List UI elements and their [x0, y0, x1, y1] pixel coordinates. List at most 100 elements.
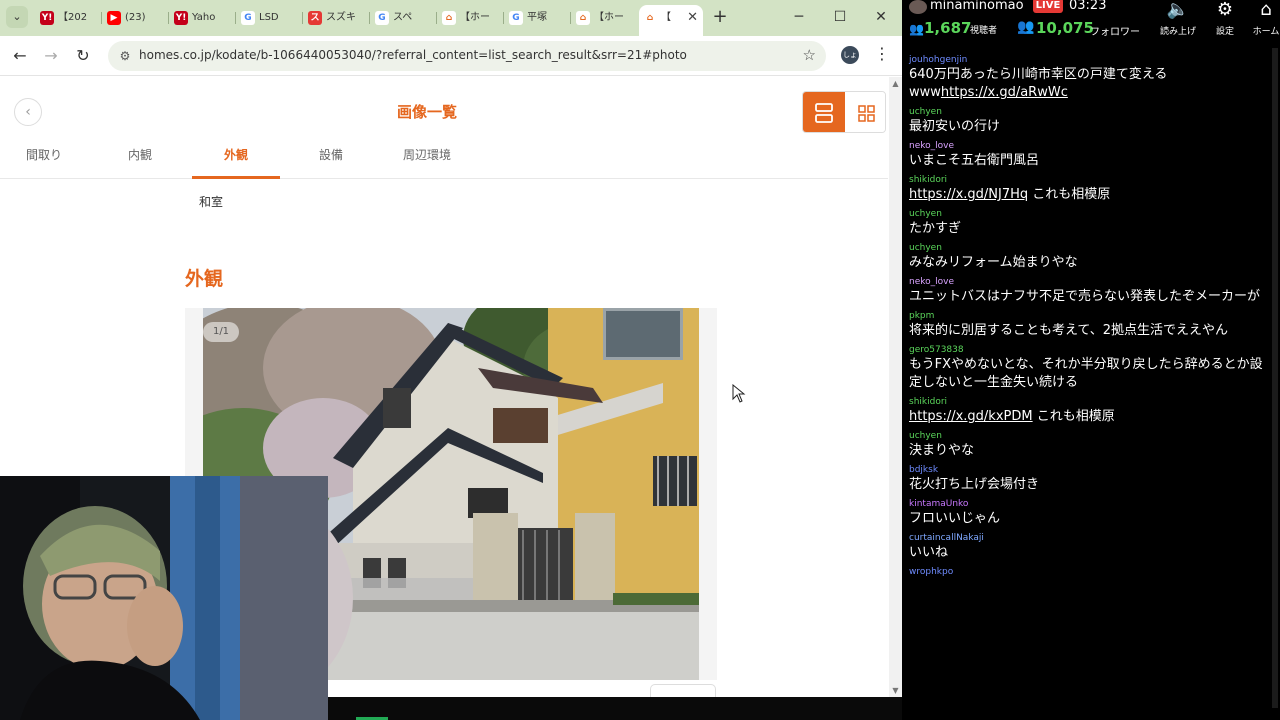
close-window-button[interactable]: ✕ — [866, 6, 896, 28]
chat-message: uchyen 最初安いの行け — [909, 106, 1269, 136]
chat-text: 最初安いの行け — [909, 118, 1269, 136]
speaker-icon: 🔈 — [1166, 0, 1190, 20]
browser-tab[interactable]: G スペ — [371, 5, 435, 31]
scroll-top-tab[interactable] — [650, 684, 716, 697]
browser-tab[interactable]: ⌂ 【 ✕ — [639, 5, 703, 36]
chat-username[interactable]: shikidori — [909, 174, 1269, 186]
chat-username[interactable]: jouhohgenjin — [909, 54, 1269, 66]
chat-username[interactable]: uchyen — [909, 430, 1269, 442]
tab-title: 【 — [661, 12, 671, 23]
tab-title: 【202 — [58, 12, 88, 23]
chat-username[interactable]: wrophkpo — [909, 566, 1269, 578]
tab-separator — [168, 12, 169, 24]
minimize-button[interactable]: ─ — [784, 6, 814, 28]
tab-close-icon[interactable]: ✕ — [687, 5, 698, 31]
browser-tab[interactable]: Y! 【202 — [36, 5, 100, 31]
chat-message: shikidori https://x.gd/kxPDM これも相模原 — [909, 396, 1269, 426]
page-back-button[interactable]: ‹ — [14, 98, 42, 126]
new-tab-button[interactable]: + — [710, 6, 730, 28]
chat-link[interactable]: https://x.gd/aRwWc — [941, 85, 1068, 100]
chat-text-segment: ユニットバスはナフサ不足で売らない発表したぞメーカーが — [909, 289, 1261, 304]
photo-category-tabs: 間取り 内観 外観 設備 周辺環境 — [0, 139, 888, 179]
stream-elapsed-time: 03:23 — [1069, 0, 1107, 13]
tab-separator — [302, 12, 303, 24]
chat-text-segment: たかすぎ — [909, 221, 962, 236]
browser-tab[interactable]: ⌂ 【ホー — [572, 5, 636, 31]
chat-username[interactable]: gero573838 — [909, 344, 1269, 356]
tab-search-icon[interactable]: ⌄ — [6, 6, 28, 28]
photo-caption: 和室 — [199, 195, 224, 209]
scroll-up-arrow-icon[interactable]: ▲ — [891, 79, 900, 88]
browser-tab[interactable]: G 平塚 — [505, 5, 569, 31]
browser-toolbar: ← → ↻ ⚙ homes.co.jp/kodate/b-10664400530… — [0, 36, 902, 76]
grid-view-icon — [858, 105, 875, 122]
browser-menu-icon[interactable]: ⋮ — [874, 44, 890, 63]
chat-text: たかすぎ — [909, 220, 1269, 238]
tab-favicon-icon: ス — [308, 11, 322, 25]
browser-tab[interactable]: Y! Yaho — [170, 5, 234, 31]
viewer-label: 視聴者 — [970, 26, 998, 36]
chat-text: 将来的に別居することも考えて、2拠点生活でええやん — [909, 322, 1269, 340]
webcam-overlay — [0, 476, 328, 720]
chat-text: みなみリフォーム始まりやな — [909, 254, 1269, 272]
chat-message: uchyen たかすぎ — [909, 208, 1269, 238]
profile-avatar[interactable]: しょ — [841, 46, 859, 64]
address-bar[interactable]: ⚙ homes.co.jp/kodate/b-1066440053040/?re… — [108, 41, 826, 71]
tab-facilities[interactable]: 設備 — [301, 146, 361, 179]
chat-username[interactable]: kintamaUnko — [909, 498, 1269, 510]
browser-tab[interactable]: ⌂ 【ホー — [438, 5, 502, 31]
tab-separator — [235, 12, 236, 24]
home-button[interactable]: ⌂ ホーム — [1244, 0, 1280, 40]
chat-message: neko_love ユニットバスはナフサ不足で売らない発表したぞメーカーが — [909, 276, 1269, 306]
browser-tab[interactable]: G LSD — [237, 5, 301, 31]
tab-separator — [436, 12, 437, 24]
browser-tab[interactable]: ▶ (23) — [103, 5, 167, 31]
tab-title: Yaho — [192, 12, 216, 23]
browser-tab[interactable]: ススズキ — [304, 5, 368, 31]
settings-button[interactable]: ⚙ 設定 — [1203, 0, 1247, 40]
tts-button[interactable]: 🔈 読み上げ — [1156, 0, 1200, 40]
chat-message: jouhohgenjin 640万円あったら川崎市幸区の戸建て変えるwwwhttp… — [909, 54, 1269, 102]
back-button[interactable]: ← — [8, 44, 32, 68]
chat-link[interactable]: https://x.gd/NJ7Hq — [909, 187, 1028, 202]
screen: ⌄ Y! 【202 ▶ (23) Y! Yaho G LSD ススズキ G スペ ⌂ 【ホー G 平塚 ⌂ 【ホ… — [0, 0, 1280, 720]
chat-text-segment: もうFXやめないとな、それか半分取り戻したら辞めるとか設定しないと一生金失い続け… — [909, 357, 1263, 390]
list-view-icon — [815, 103, 833, 123]
tab-favicon-icon: ⌂ — [442, 11, 456, 25]
chat-username[interactable]: uchyen — [909, 208, 1269, 220]
chat-username[interactable]: neko_love — [909, 276, 1269, 288]
chat-username[interactable]: bdjksk — [909, 464, 1269, 476]
viewer-count: 1,687 — [924, 19, 972, 37]
site-info-icon[interactable]: ⚙ — [116, 47, 134, 65]
chat-username[interactable]: pkpm — [909, 310, 1269, 322]
page-scrollbar[interactable]: ▲ ▼ — [889, 77, 902, 697]
reload-button[interactable]: ↻ — [71, 44, 95, 68]
chat-username[interactable]: uchyen — [909, 242, 1269, 254]
chat-scrollbar[interactable] — [1272, 48, 1278, 708]
maximize-button[interactable]: ☐ — [825, 6, 855, 28]
chat-username[interactable]: neko_love — [909, 140, 1269, 152]
tab-exterior[interactable]: 外観 — [192, 146, 280, 179]
tab-separator — [570, 12, 571, 24]
chat-username[interactable]: curtaincallNakaji — [909, 532, 1269, 544]
forward-button[interactable]: → — [39, 44, 63, 68]
bookmark-star-icon[interactable]: ☆ — [803, 46, 816, 64]
tab-interior[interactable]: 内観 — [110, 146, 170, 179]
tab-surroundings[interactable]: 周辺環境 — [392, 146, 462, 179]
url-text[interactable]: homes.co.jp/kodate/b-1066440053040/?refe… — [139, 48, 687, 62]
live-badge: LIVE — [1033, 0, 1063, 13]
tab-favicon-icon: G — [509, 11, 523, 25]
tab-title: 【ホー — [460, 12, 490, 23]
tab-favicon-icon: G — [241, 11, 255, 25]
tab-floorplan[interactable]: 間取り — [14, 146, 74, 179]
chat-username[interactable]: shikidori — [909, 396, 1269, 408]
chat-text-segment: 将来的に別居することも考えて、2拠点生活でええやん — [909, 323, 1228, 338]
grid-view-button[interactable] — [845, 92, 885, 132]
tab-title: LSD — [259, 12, 279, 23]
chat-message: uchyen 決まりやな — [909, 430, 1269, 460]
chat-username[interactable]: uchyen — [909, 106, 1269, 118]
list-view-button[interactable] — [803, 92, 845, 132]
tab-favicon-icon: ▶ — [107, 11, 121, 25]
scroll-down-arrow-icon[interactable]: ▼ — [891, 686, 900, 695]
chat-link[interactable]: https://x.gd/kxPDM — [909, 409, 1033, 424]
